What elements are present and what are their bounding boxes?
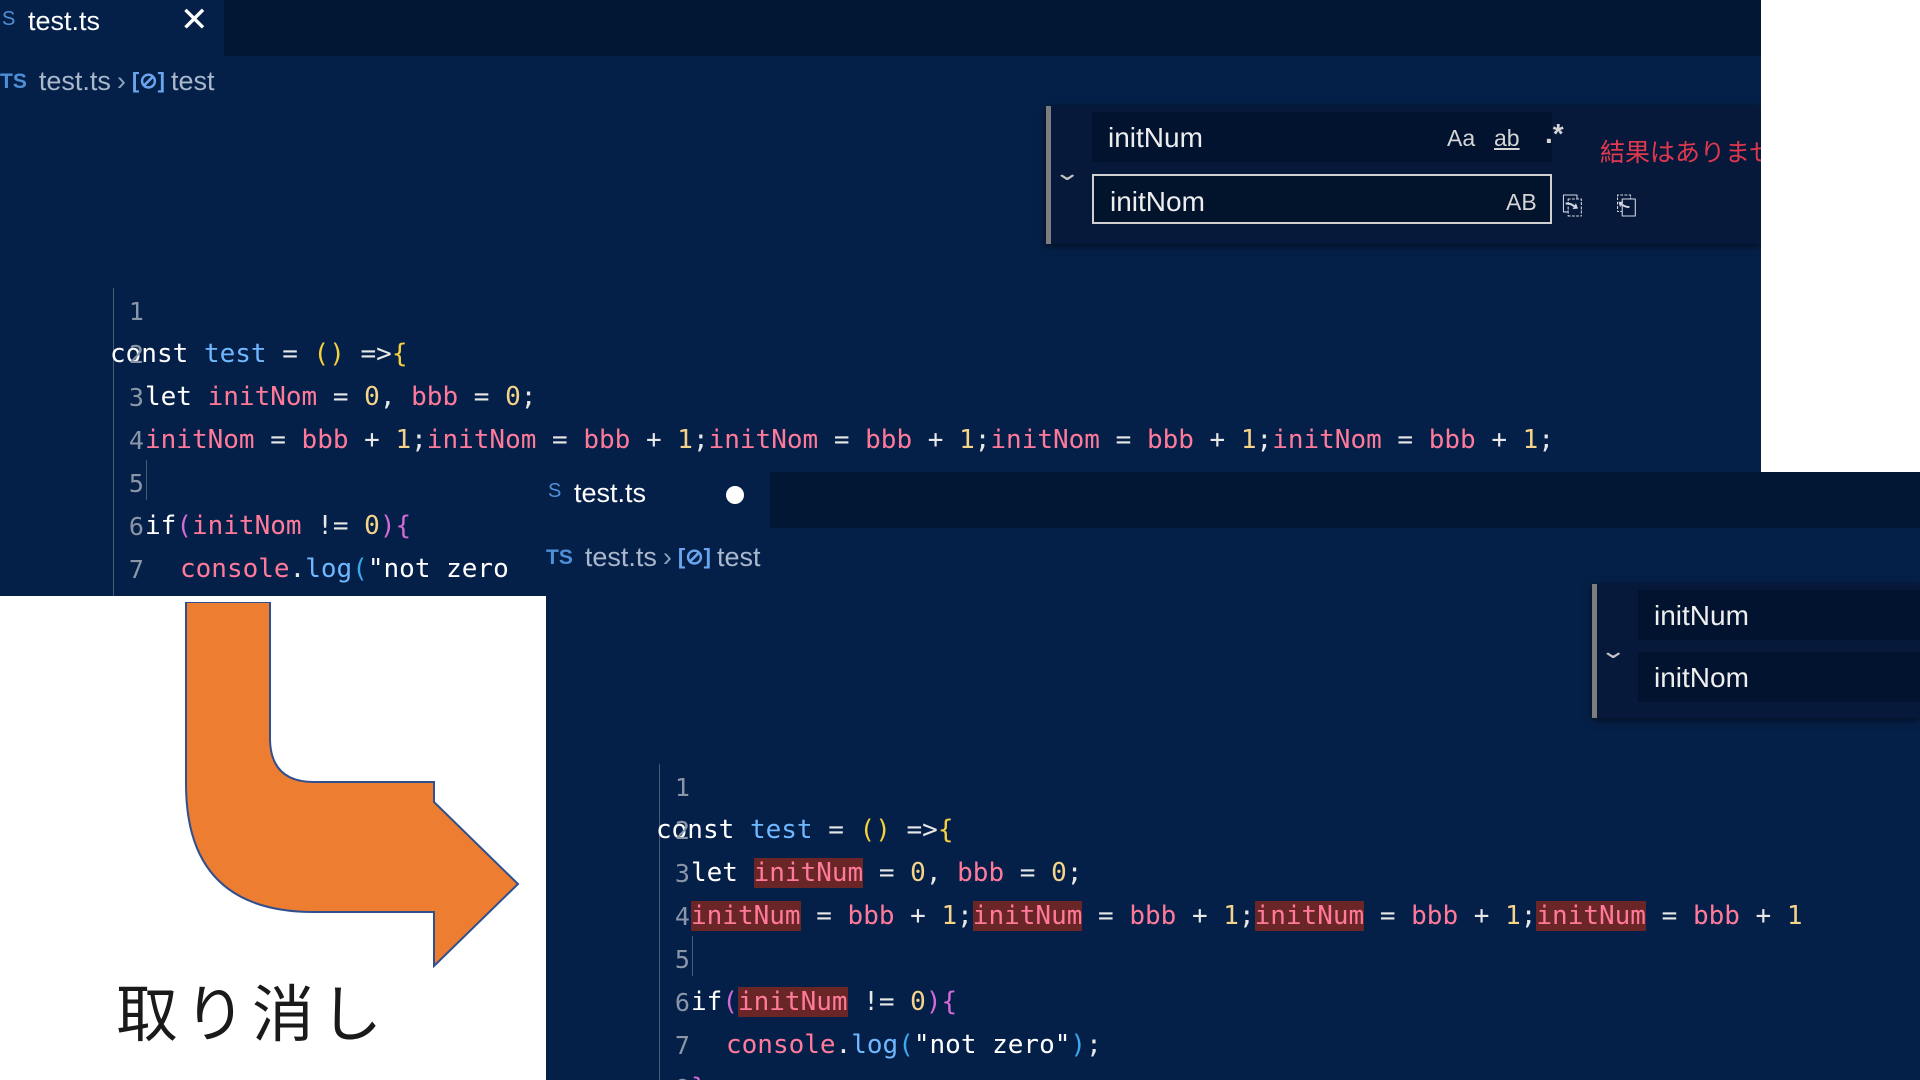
code-line: 3 initNum = bbb + 1;initNum = bbb + 1;in… xyxy=(546,809,1803,931)
find-resize-bar[interactable] xyxy=(1046,106,1051,244)
chevron-down-icon[interactable]: ⌄ xyxy=(1053,160,1081,186)
breadcrumb-symbol[interactable]: test xyxy=(171,66,215,96)
typescript-icon: TS xyxy=(0,70,27,93)
line-number: 7 xyxy=(128,555,144,584)
line-number: 6 xyxy=(128,512,144,541)
search-match: initNum xyxy=(753,858,864,888)
search-match: initNum xyxy=(1254,901,1365,931)
preserve-case-button[interactable]: AB xyxy=(1506,189,1537,216)
code-line: 8 xyxy=(546,1024,690,1080)
line-number: 2 xyxy=(128,340,144,369)
code-line: 5 if(initNum != 0){ xyxy=(546,895,957,1017)
line-number: 8 xyxy=(640,1067,690,1080)
symbol-variable-icon: [⊘] xyxy=(677,544,711,569)
find-input-value: initNum xyxy=(1108,122,1203,153)
typescript-icon: TS xyxy=(546,546,573,569)
code-line: 7 } xyxy=(0,505,144,584)
line-number: 3 xyxy=(674,859,690,888)
whole-word-button[interactable]: ab xyxy=(1494,125,1520,152)
chevron-down-icon[interactable]: ⌄ xyxy=(1599,638,1627,664)
replace-input[interactable]: initNom xyxy=(1638,652,1920,702)
line-number: 1 xyxy=(674,773,690,802)
tab-bar: S test.ts ✕ xyxy=(0,0,1761,56)
search-match: initNum xyxy=(972,901,1083,931)
chevron-right-icon: › xyxy=(116,66,126,96)
editor-after: S test.ts TS test.ts › [⊘] test ⌄ initNum in… xyxy=(546,472,1920,1080)
line-number: 5 xyxy=(674,945,690,974)
symbol-variable-icon: [⊘] xyxy=(131,68,165,93)
search-match: initNum xyxy=(737,987,848,1017)
regex-button[interactable]: .* xyxy=(1545,118,1564,150)
find-replace-widget: ⌄ initNum initNom xyxy=(1592,584,1920,718)
code-line: 4 xyxy=(0,376,144,455)
line-number: 6 xyxy=(674,988,690,1017)
tab-test-ts[interactable]: S test.ts xyxy=(546,472,770,528)
replace-input[interactable]: initNom AB xyxy=(1092,174,1552,224)
search-match: initNum xyxy=(691,901,801,931)
line-number: 8 xyxy=(94,591,144,596)
code-line: 5 if(initNom != 0){ xyxy=(0,419,411,541)
breadcrumb-file[interactable]: test.ts xyxy=(39,66,111,96)
code-line: 1 const test = () =>{ xyxy=(546,723,953,845)
code-line: 8 xyxy=(0,548,94,591)
indent-guide xyxy=(146,460,147,500)
undo-arrow-icon xyxy=(185,602,520,969)
line-number: 5 xyxy=(128,469,144,498)
line-number: 2 xyxy=(674,816,690,845)
breadcrumb: TS test.ts › [⊘] test xyxy=(546,542,761,578)
line-number: 3 xyxy=(128,383,144,412)
code-line: 6 console.log("not zero xyxy=(0,462,509,584)
find-input[interactable]: initNum xyxy=(1638,590,1920,640)
find-input-value: initNum xyxy=(1654,600,1749,631)
breadcrumb: TS test.ts › [⊘] test xyxy=(0,66,215,102)
typescript-icon: S xyxy=(548,480,562,502)
breadcrumb-symbol[interactable]: test xyxy=(717,542,761,572)
line-number: 4 xyxy=(128,426,144,455)
chevron-right-icon: › xyxy=(662,542,672,572)
no-results-message: 結果はありません。 xyxy=(1600,139,1761,167)
find-resize-bar[interactable] xyxy=(1592,584,1597,718)
tab-label: test.ts xyxy=(574,478,647,508)
tab-bar: S test.ts xyxy=(546,472,1920,528)
code-line: 2 let initNum = 0, bbb = 0; xyxy=(546,766,1082,888)
code-line: 6 console.log("not zero"); xyxy=(546,938,1102,1060)
breadcrumb-file[interactable]: test.ts xyxy=(585,542,657,572)
tab-test-ts[interactable]: S test.ts ✕ xyxy=(0,0,224,56)
code-line: 2 let initNom = 0, bbb = 0; xyxy=(0,290,537,412)
tab-label: test.ts xyxy=(28,6,101,36)
code-line: 3 initNom = bbb + 1;initNom = bbb + 1;in… xyxy=(0,333,1554,455)
find-replace-widget: ⌄ initNum Aa ab .* 結果はありません。 initNom AB … xyxy=(1046,106,1761,244)
code-line: 1 const test = () =>{ xyxy=(0,247,407,369)
replace-input-value: initNom xyxy=(1110,186,1205,217)
line-number: 7 xyxy=(674,1031,690,1060)
find-input[interactable]: initNum Aa ab .* 結果はありません。 xyxy=(1092,112,1761,167)
replace-input-value: initNom xyxy=(1654,662,1749,693)
indent-guide xyxy=(692,936,693,976)
line-number: 4 xyxy=(674,902,690,931)
close-icon[interactable]: ✕ xyxy=(180,0,209,40)
match-case-button[interactable]: Aa xyxy=(1447,125,1475,152)
typescript-icon: S xyxy=(2,8,16,30)
replace-icon[interactable]: ⎘ xyxy=(1562,190,1583,222)
line-number: 1 xyxy=(128,297,144,326)
code-line: 7 } xyxy=(546,981,707,1080)
code-line: 4 xyxy=(546,852,690,931)
undo-label: 取り消し xyxy=(116,978,389,1051)
search-match: initNum xyxy=(1536,901,1646,931)
replace-all-icon[interactable]: ⎗ xyxy=(1616,190,1637,222)
unsaved-dot-icon[interactable] xyxy=(726,486,744,504)
